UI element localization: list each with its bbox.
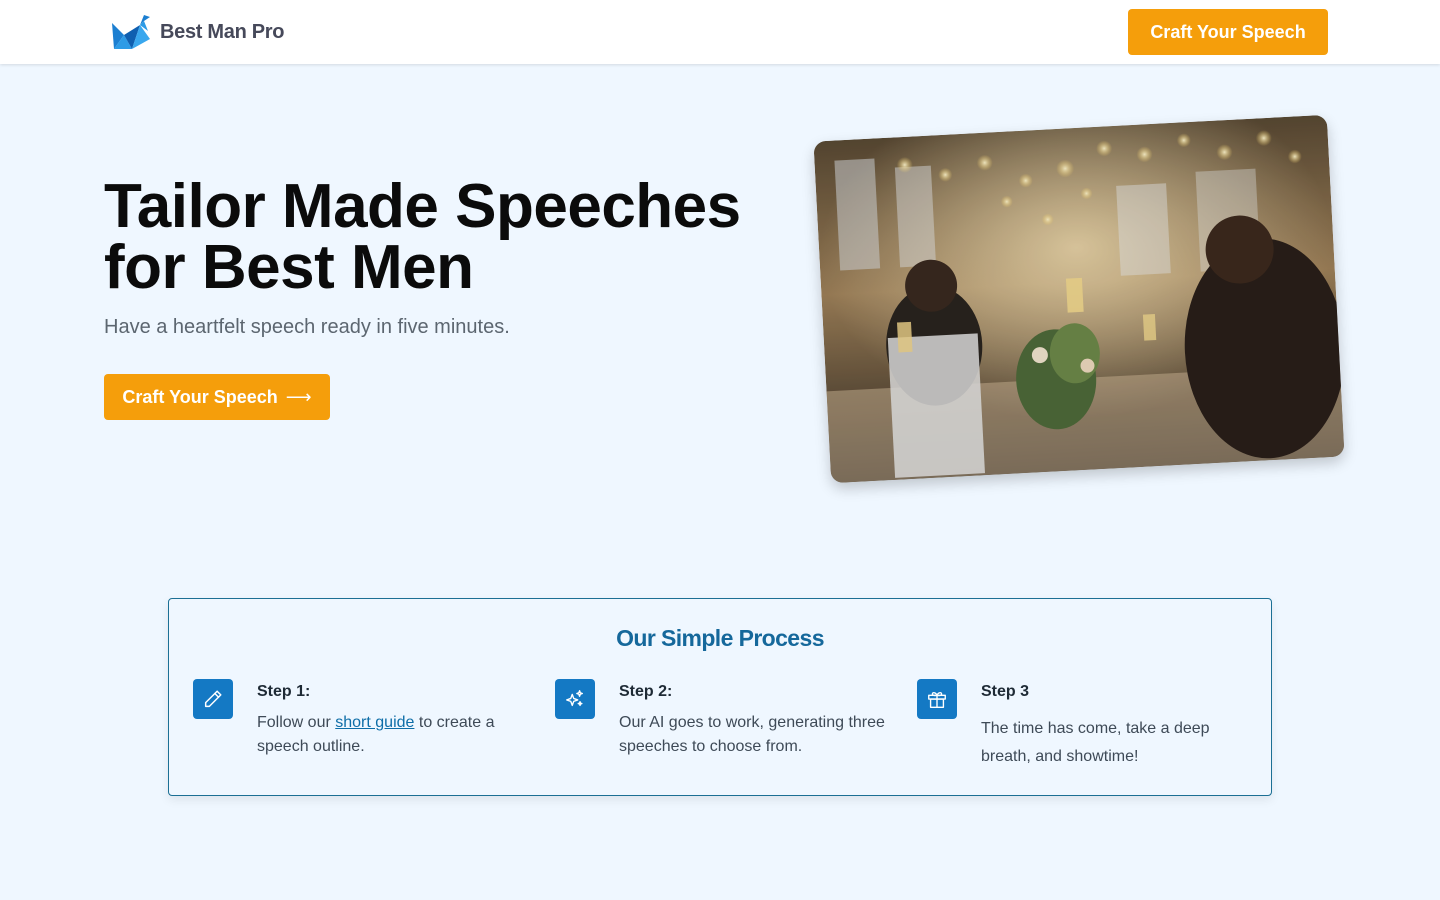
simple-process-card: Our Simple Process Step 1: Follow our sh…	[168, 598, 1272, 796]
hero-photo-wedding-toast	[813, 114, 1345, 484]
arrow-right-icon: ⟶	[285, 386, 312, 408]
hero-subtitle: Have a heartfelt speech ready in five mi…	[104, 316, 510, 338]
hero-title-line-1: Tailor Made Speeches	[104, 172, 741, 241]
step-2-text: Our AI goes to work, generating three sp…	[619, 714, 885, 755]
sparkles-icon	[555, 679, 595, 719]
step-1-title: Step 1:	[257, 683, 311, 700]
step-3-title: Step 3	[981, 683, 1030, 700]
step-3-text: The time has come, take a deep breath, a…	[981, 720, 1210, 765]
hero-cta-label: Craft Your Speech	[122, 386, 278, 407]
swan-logo-icon	[112, 15, 150, 49]
pencil-icon	[193, 679, 233, 719]
gift-icon	[917, 679, 957, 719]
hero-craft-speech-button[interactable]: Craft Your Speech ⟶	[104, 374, 330, 420]
step-1-text: Follow our short guide to create a speec…	[257, 711, 527, 759]
hero-title-line-2: for Best Men	[104, 233, 474, 302]
brand-name: Best Man Pro	[160, 20, 285, 43]
hero-title: Tailor Made Speeches for Best Men	[104, 176, 784, 299]
short-guide-link[interactable]: short guide	[335, 714, 414, 731]
top-nav: Best Man Pro Craft Your Speech	[0, 0, 1440, 64]
step-2-title: Step 2:	[619, 683, 673, 700]
process-title: Our Simple Process	[616, 625, 824, 651]
header-craft-speech-button[interactable]: Craft Your Speech	[1128, 9, 1328, 55]
brand-logo[interactable]: Best Man Pro	[110, 13, 285, 51]
step-1-text-before: Follow our	[257, 714, 336, 731]
